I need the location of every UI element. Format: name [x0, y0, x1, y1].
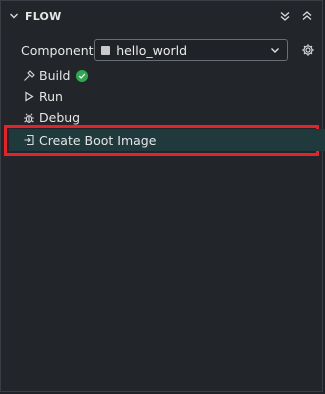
- gear-icon[interactable]: [300, 42, 316, 58]
- component-dropdown[interactable]: hello_world: [94, 39, 289, 61]
- collapse-all-icon[interactable]: [278, 9, 292, 23]
- flow-header[interactable]: FLOW: [1, 1, 322, 31]
- component-label: Component: [21, 42, 94, 58]
- component-chip-icon: [101, 45, 111, 55]
- component-value: hello_world: [116, 42, 188, 58]
- panel-title: FLOW: [25, 9, 62, 23]
- check-icon: [76, 69, 89, 82]
- expand-all-icon[interactable]: [300, 9, 314, 23]
- component-row: Component hello_world: [1, 37, 322, 63]
- flow-panel: FLOW Component hello_world Build Run Deb…: [0, 0, 325, 392]
- boot-image-icon: [22, 134, 35, 147]
- run-label: Run: [39, 89, 63, 104]
- hammer-icon: [22, 69, 35, 82]
- create-boot-image-action[interactable]: Create Boot Image: [9, 129, 325, 151]
- chevron-down-icon[interactable]: [7, 9, 21, 23]
- debug-label: Debug: [39, 110, 81, 125]
- flow-actions: Build Run Debug: [1, 65, 322, 128]
- run-action[interactable]: Run: [1, 86, 322, 107]
- create-boot-image-label: Create Boot Image: [39, 132, 157, 148]
- build-action[interactable]: Build: [1, 65, 322, 86]
- play-icon: [22, 90, 35, 103]
- chevron-down-icon: [269, 44, 281, 56]
- bug-icon: [22, 111, 35, 124]
- build-label: Build: [39, 68, 71, 83]
